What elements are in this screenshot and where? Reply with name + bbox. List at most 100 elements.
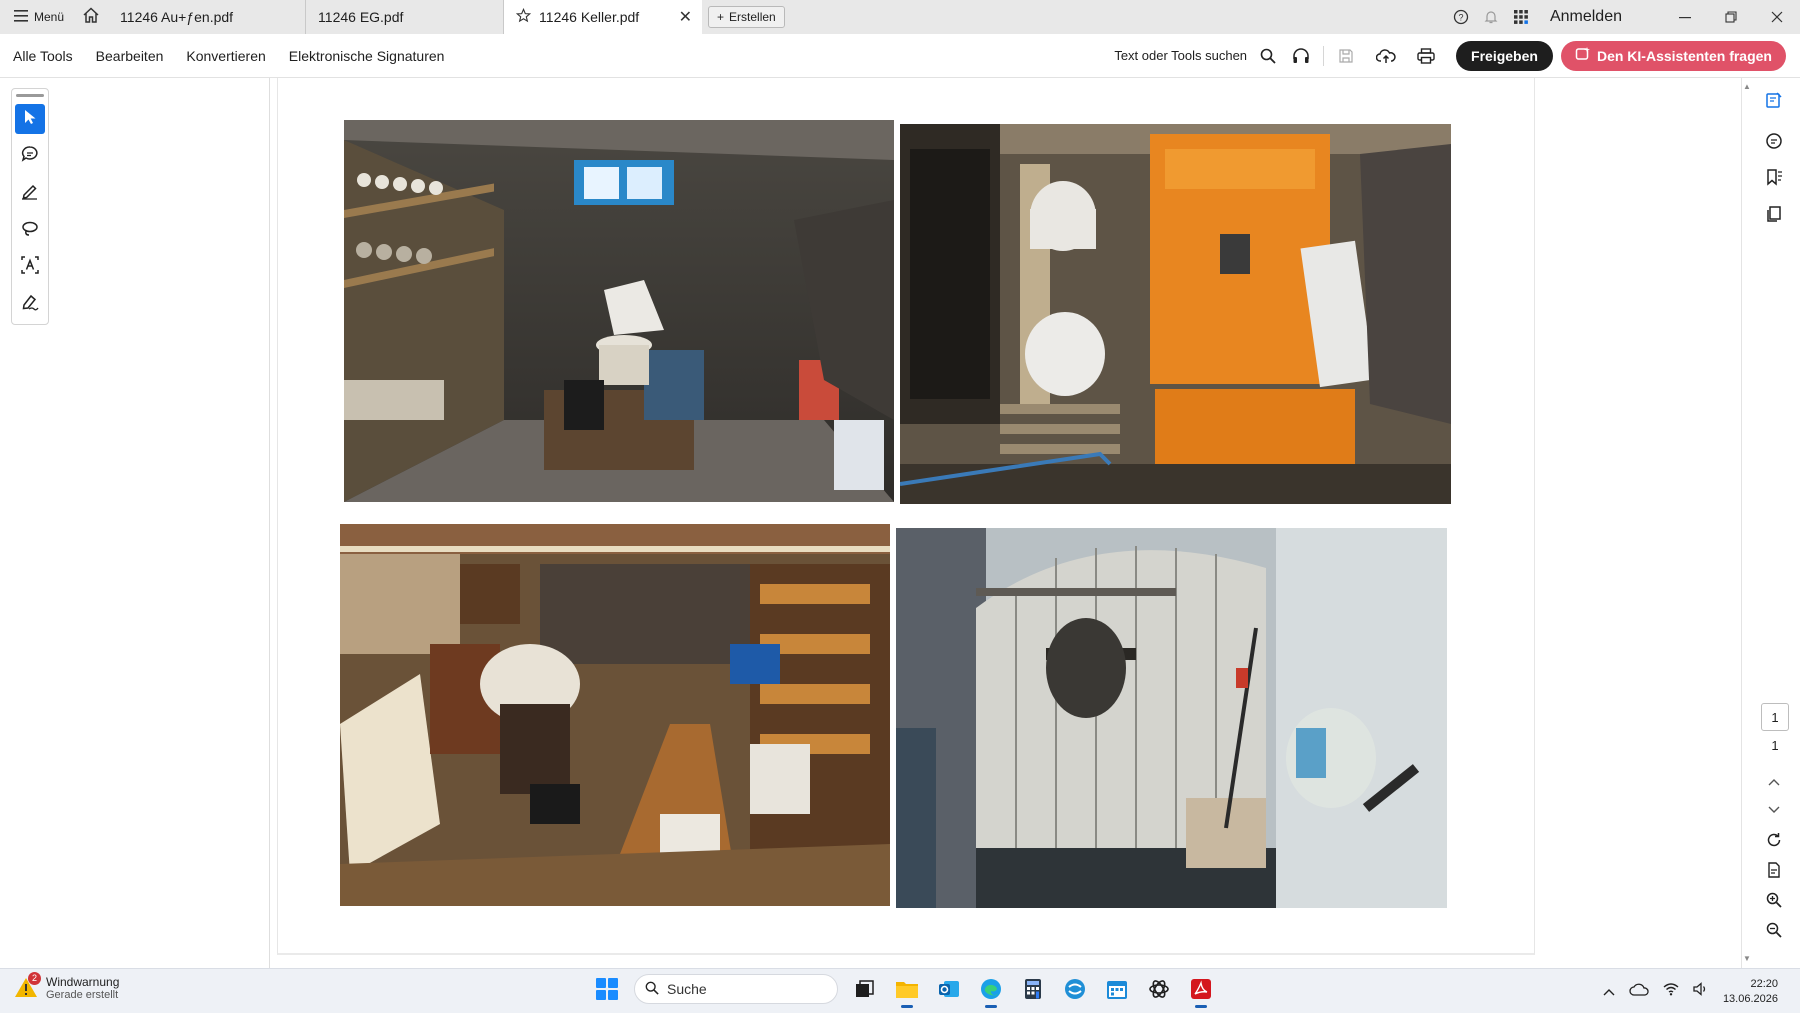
- scroll-up-arrow-icon[interactable]: ▲: [1743, 82, 1751, 91]
- edit-pdf-icon[interactable]: [1764, 90, 1784, 110]
- system-tray: 22:20 13.06.2026: [1603, 969, 1800, 1014]
- outlook-icon[interactable]: [934, 974, 964, 1004]
- current-page-input[interactable]: 1: [1761, 703, 1789, 731]
- lasso-icon: [21, 219, 39, 242]
- notification-badge: 2: [28, 972, 41, 985]
- print-icon[interactable]: [1406, 41, 1446, 71]
- select-tool[interactable]: [15, 104, 45, 134]
- create-label: Erstellen: [729, 10, 776, 24]
- search-icon[interactable]: [1255, 41, 1281, 71]
- home-button[interactable]: [74, 0, 108, 34]
- left-panel: [0, 78, 270, 968]
- hamburger-icon: [14, 9, 28, 25]
- rail-grip[interactable]: [16, 94, 44, 97]
- menu-button[interactable]: Menü: [0, 0, 74, 34]
- clock-date: 13.06.2026: [1722, 992, 1778, 1005]
- cursor-arrow-icon: [23, 109, 37, 130]
- text-recognition-tool[interactable]: [15, 252, 45, 282]
- read-aloud-icon[interactable]: [1281, 41, 1321, 71]
- comment-tool[interactable]: [15, 141, 45, 171]
- upload-cloud-icon[interactable]: [1366, 41, 1406, 71]
- sync-app-icon[interactable]: [1060, 974, 1090, 1004]
- plus-icon: +: [717, 10, 725, 24]
- toolbar-divider: [1323, 45, 1325, 66]
- chevron-down-icon[interactable]: [1764, 800, 1784, 820]
- sign-tool[interactable]: [15, 289, 45, 319]
- menu-convert[interactable]: Konvertieren: [186, 48, 265, 64]
- notification-subtitle: Gerade erstellt: [46, 989, 119, 1001]
- weather-warning-icon: 2: [14, 972, 41, 1000]
- ai-assistant-icon: [1575, 46, 1591, 65]
- cellar-photo-shelves: [344, 120, 894, 502]
- wifi-icon[interactable]: [1663, 982, 1679, 1001]
- comment-icon: [21, 145, 39, 168]
- tool-search-label[interactable]: Text oder Tools suchen: [1114, 48, 1247, 63]
- tab-eg[interactable]: 11246 EG.pdf: [306, 0, 505, 34]
- clock-time: 22:20: [1750, 977, 1778, 990]
- signin-link[interactable]: Anmelden: [1550, 8, 1622, 26]
- menu-edit[interactable]: Bearbeiten: [96, 48, 164, 64]
- notification-title: Windwarnung: [46, 975, 120, 989]
- menu-e-signatures[interactable]: Elektronische Signaturen: [289, 48, 445, 64]
- draw-tool[interactable]: [15, 215, 45, 245]
- taskbar-search[interactable]: Suche: [634, 974, 838, 1004]
- volume-icon[interactable]: [1693, 982, 1709, 1001]
- calculator-icon[interactable]: [1018, 974, 1048, 1004]
- help-icon[interactable]: ?: [1446, 9, 1476, 25]
- cellar-photo-door: [896, 528, 1447, 908]
- weather-notification[interactable]: 2 Windwarnung Gerade erstellt: [14, 972, 120, 1001]
- tab-label: 11246 EG.pdf: [318, 9, 404, 25]
- acrobat-icon[interactable]: [1186, 974, 1216, 1008]
- star-icon[interactable]: [515, 7, 532, 26]
- chevron-up-icon[interactable]: [1764, 772, 1784, 792]
- tab-bar: Menü 11246 Au+ƒen.pdf 11246 EG.pdf 11246…: [0, 0, 1800, 34]
- svg-text:?: ?: [1458, 13, 1463, 23]
- apps-grid-icon[interactable]: [1506, 9, 1536, 25]
- close-tab-icon[interactable]: ✕: [679, 7, 692, 27]
- task-view-icon[interactable]: [850, 974, 880, 1004]
- zoom-out-icon[interactable]: [1764, 920, 1784, 940]
- create-button[interactable]: + Erstellen: [708, 6, 785, 28]
- pdf-page: [277, 78, 1535, 955]
- zoom-in-icon[interactable]: [1764, 890, 1784, 910]
- chatgpt-icon[interactable]: [1144, 974, 1174, 1004]
- close-window-button[interactable]: [1754, 0, 1800, 34]
- file-explorer-icon[interactable]: [892, 974, 922, 1008]
- calendar-app-icon[interactable]: [1102, 974, 1132, 1004]
- bell-icon[interactable]: [1476, 9, 1506, 25]
- refresh-icon[interactable]: [1764, 830, 1784, 850]
- text-box-icon: [21, 255, 39, 279]
- ai-assistant-button[interactable]: Den KI-Assistenten fragen: [1560, 40, 1786, 71]
- page-settings-icon[interactable]: [1764, 860, 1784, 880]
- menu-all-tools[interactable]: Alle Tools: [13, 48, 73, 64]
- cellar-photo-heating: [900, 124, 1451, 504]
- tab-keller[interactable]: 11246 Keller.pdf ✕: [504, 0, 703, 34]
- scroll-down-arrow-icon[interactable]: ▼: [1743, 954, 1751, 963]
- document-canvas[interactable]: [271, 78, 1741, 968]
- restore-button[interactable]: [1708, 0, 1754, 34]
- comment-panel-icon[interactable]: [1764, 131, 1784, 151]
- quick-tools-rail: [11, 88, 49, 325]
- edge-icon[interactable]: [976, 974, 1006, 1008]
- pen-icon: [21, 182, 39, 205]
- start-button[interactable]: [592, 974, 622, 1004]
- onedrive-icon[interactable]: [1629, 982, 1649, 1001]
- taskbar-search-label: Suche: [667, 981, 707, 997]
- ai-assistant-label: Den KI-Assistenten fragen: [1596, 47, 1772, 64]
- right-rail: ▲ ▼ 1 1: [1741, 78, 1800, 968]
- search-icon: [645, 981, 659, 998]
- tab-aussen[interactable]: 11246 Au+ƒen.pdf: [108, 0, 307, 34]
- cellar-photo-storage: [340, 524, 890, 906]
- highlight-tool[interactable]: [15, 178, 45, 208]
- bookmark-icon[interactable]: [1764, 167, 1784, 187]
- save-icon[interactable]: [1326, 41, 1366, 71]
- home-icon: [82, 6, 100, 28]
- menu-label: Menü: [34, 10, 65, 24]
- minimize-button[interactable]: [1662, 0, 1708, 34]
- chevron-up-tray-icon[interactable]: [1603, 983, 1615, 1001]
- share-button[interactable]: Freigeben: [1456, 40, 1553, 71]
- windows-taskbar: 2 Windwarnung Gerade erstellt Suche 22:2…: [0, 968, 1800, 1013]
- total-pages: 1: [1771, 738, 1779, 753]
- pages-icon[interactable]: [1764, 204, 1784, 224]
- system-clock[interactable]: 22:20 13.06.2026: [1723, 977, 1778, 1007]
